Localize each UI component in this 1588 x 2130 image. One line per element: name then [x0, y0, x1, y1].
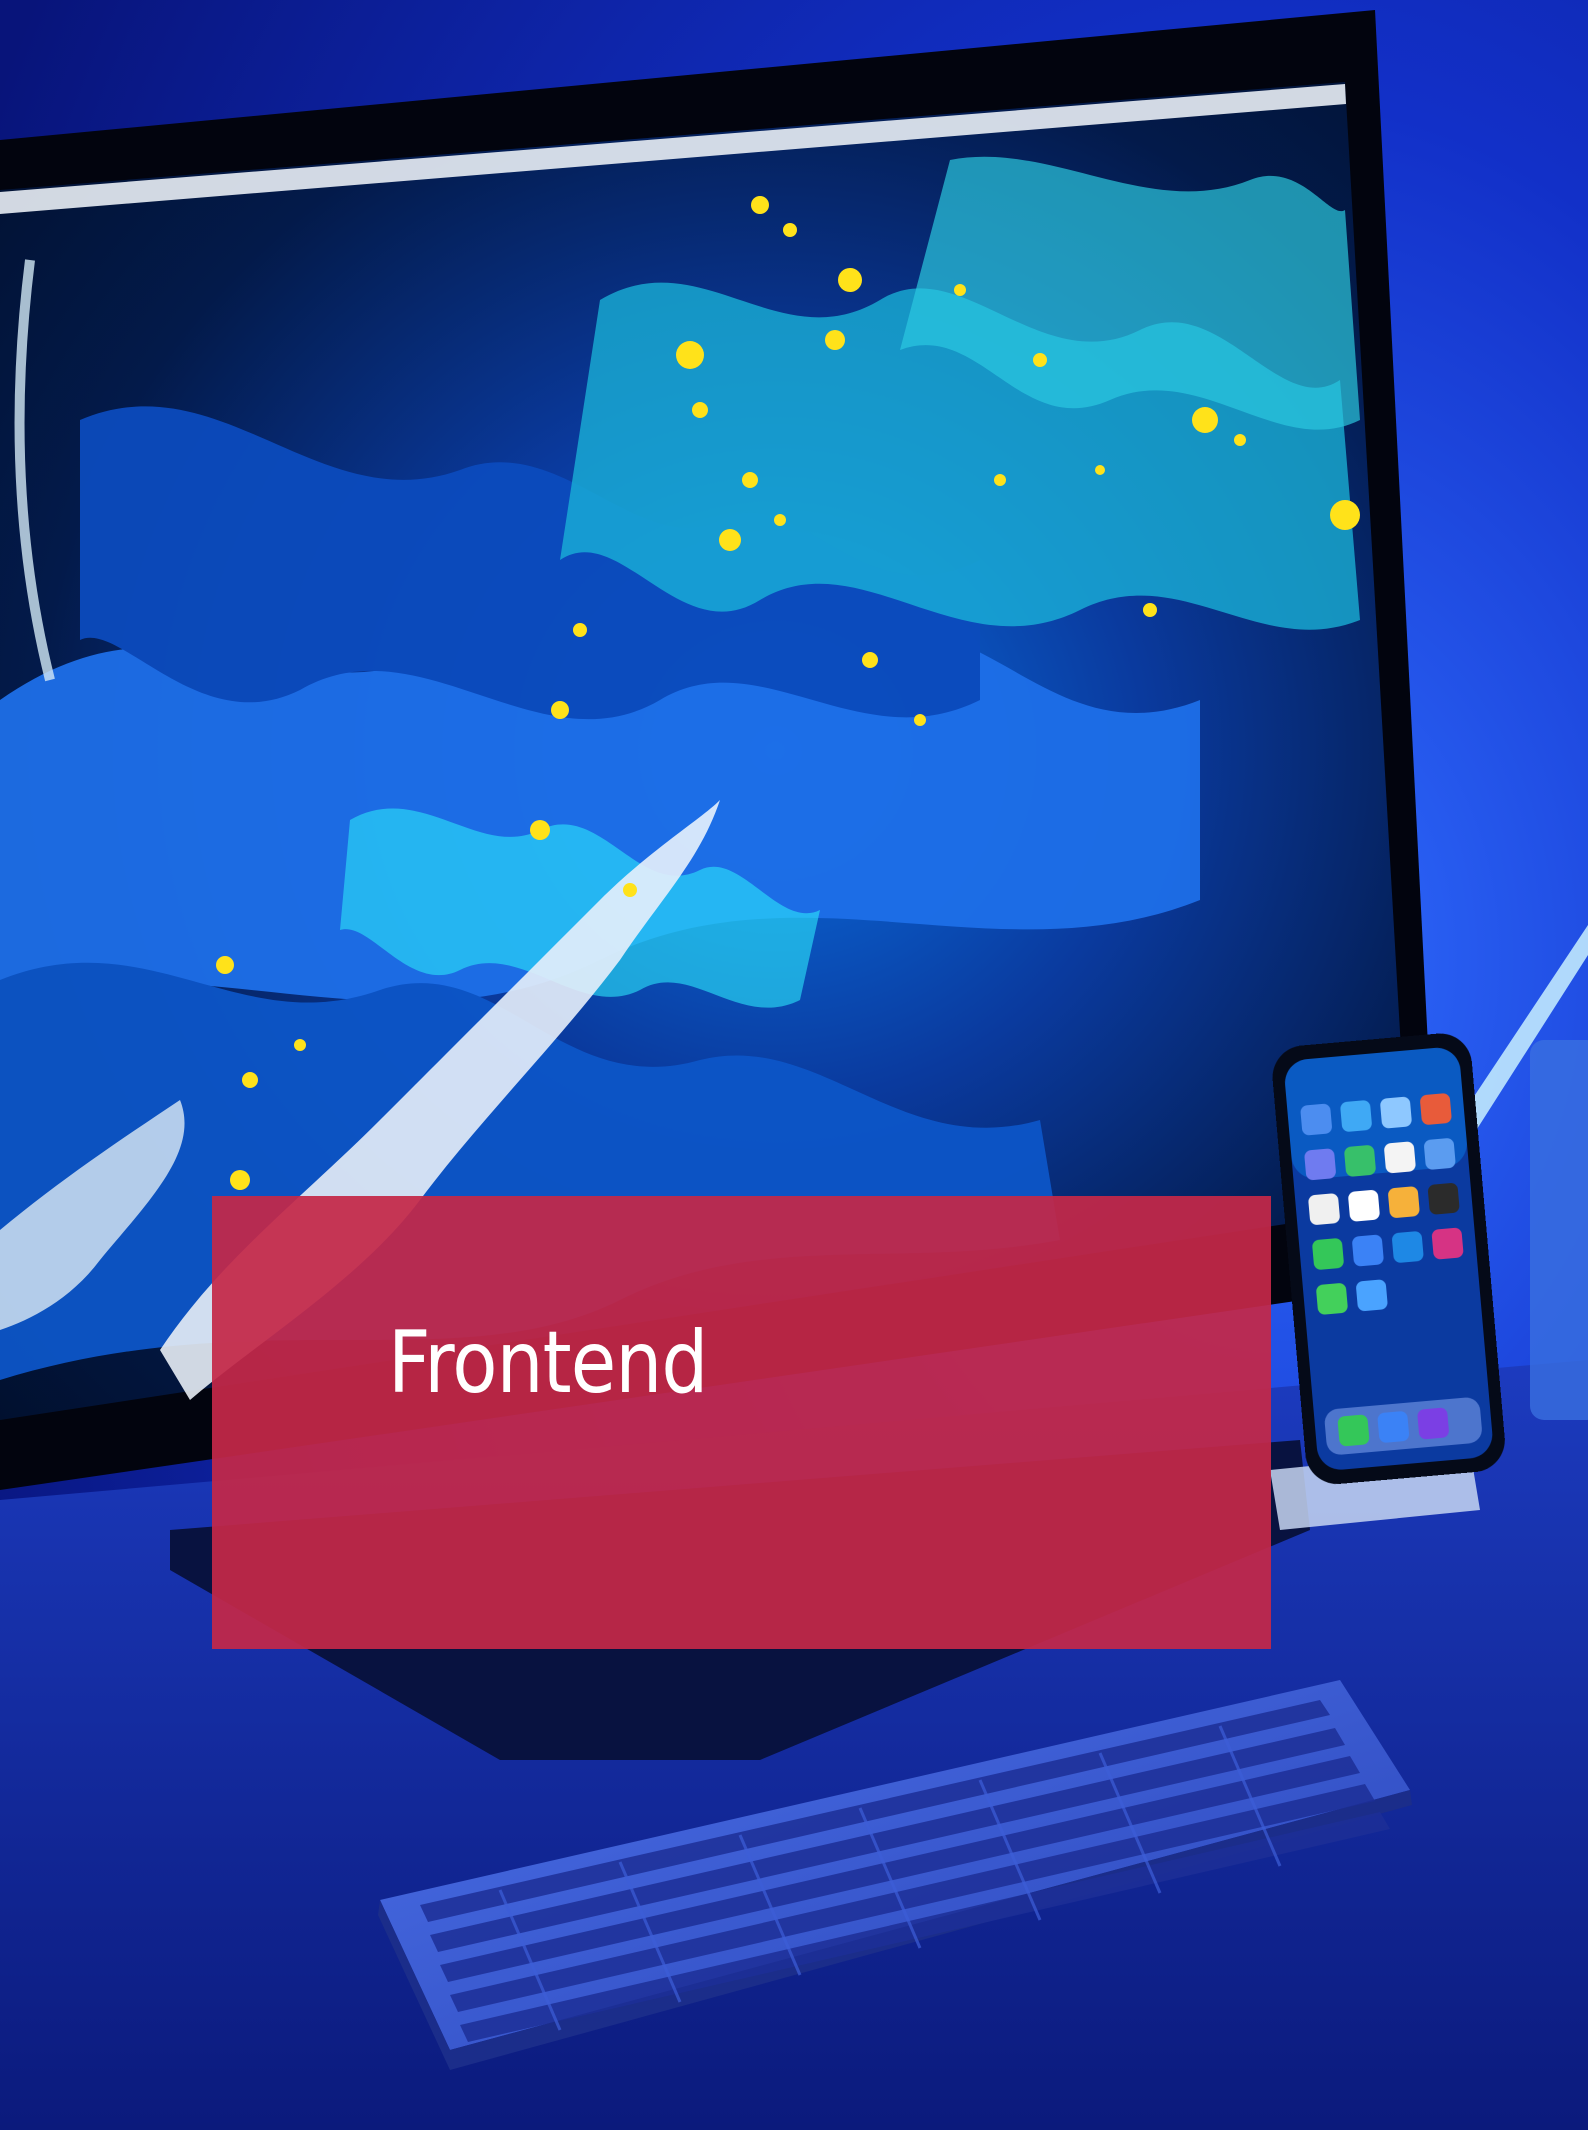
desk-setup-illustration: [0, 0, 1588, 2130]
title-card: Frontend: [212, 1196, 1271, 1649]
hero-photo: Frontend: [0, 0, 1588, 2130]
card-title: Frontend: [388, 1312, 708, 1413]
